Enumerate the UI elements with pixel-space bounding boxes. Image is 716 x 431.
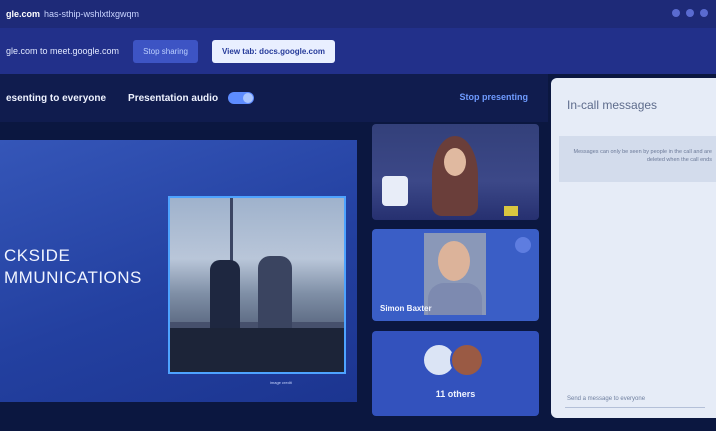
- participant-tile[interactable]: Simon Baxter: [372, 229, 539, 321]
- messages-notice: Messages can only be seen by people in t…: [559, 136, 716, 182]
- slide-title: CKSIDE MMUNICATIONS: [4, 245, 142, 289]
- participant-face: [444, 148, 466, 176]
- slide-title-line2: MMUNICATIONS: [4, 268, 142, 287]
- sharing-status-text: gle.com to meet.google.com: [6, 46, 120, 56]
- in-call-messages-panel: In-call messages Messages can only be se…: [551, 78, 716, 418]
- view-tab-button[interactable]: View tab: docs.google.com: [211, 39, 335, 63]
- presentation-slide: CKSIDE MMUNICATIONS image credit: [0, 140, 357, 402]
- stop-presenting-button[interactable]: Stop presenting: [459, 92, 528, 102]
- browser-address-bar[interactable]: gle.com has-sthip-wshlxtlxgwqm: [0, 0, 716, 28]
- panel-title: In-call messages: [567, 98, 658, 112]
- participant-name: Simon Baxter: [380, 304, 432, 313]
- tab-sharing-bar: gle.com to meet.google.com Stop sharing …: [0, 28, 716, 74]
- photo-figure: [210, 260, 240, 330]
- presentation-audio-label: Presentation audio: [128, 92, 219, 104]
- slide-title-line1: CKSIDE: [4, 246, 71, 265]
- url-domain: gle.com: [6, 9, 41, 19]
- presentation-audio-toggle[interactable]: [228, 92, 255, 104]
- background-lamp: [382, 176, 408, 206]
- others-count: 11 others: [435, 389, 476, 399]
- presentation-bar: esenting to everyone Presentation audio …: [0, 74, 548, 122]
- window-dot-icon[interactable]: [672, 9, 680, 17]
- url-path: has-sthip-wshlxtlxgwqm: [44, 9, 140, 19]
- background-object: [504, 206, 518, 216]
- participant-body: [428, 283, 482, 315]
- message-input-underline: [565, 407, 705, 408]
- participant-face: [438, 241, 470, 281]
- participant-tile-speaker[interactable]: [372, 124, 539, 220]
- window-dot-icon[interactable]: [700, 9, 708, 17]
- photo-caption: image credit: [270, 380, 292, 385]
- stop-sharing-button[interactable]: Stop sharing: [133, 39, 198, 63]
- avatar-group: [422, 343, 484, 377]
- window-dot-icon[interactable]: [686, 9, 694, 17]
- avatar: [450, 343, 484, 377]
- more-options-icon[interactable]: [515, 237, 531, 253]
- photo-deck: [170, 328, 344, 372]
- slide-photo: [168, 196, 346, 374]
- message-input[interactable]: Send a message to everyone: [567, 396, 645, 402]
- others-tile[interactable]: 11 others: [372, 331, 539, 416]
- photo-figure: [258, 256, 292, 336]
- window-controls: [672, 9, 708, 17]
- presenting-status: esenting to everyone: [6, 92, 107, 104]
